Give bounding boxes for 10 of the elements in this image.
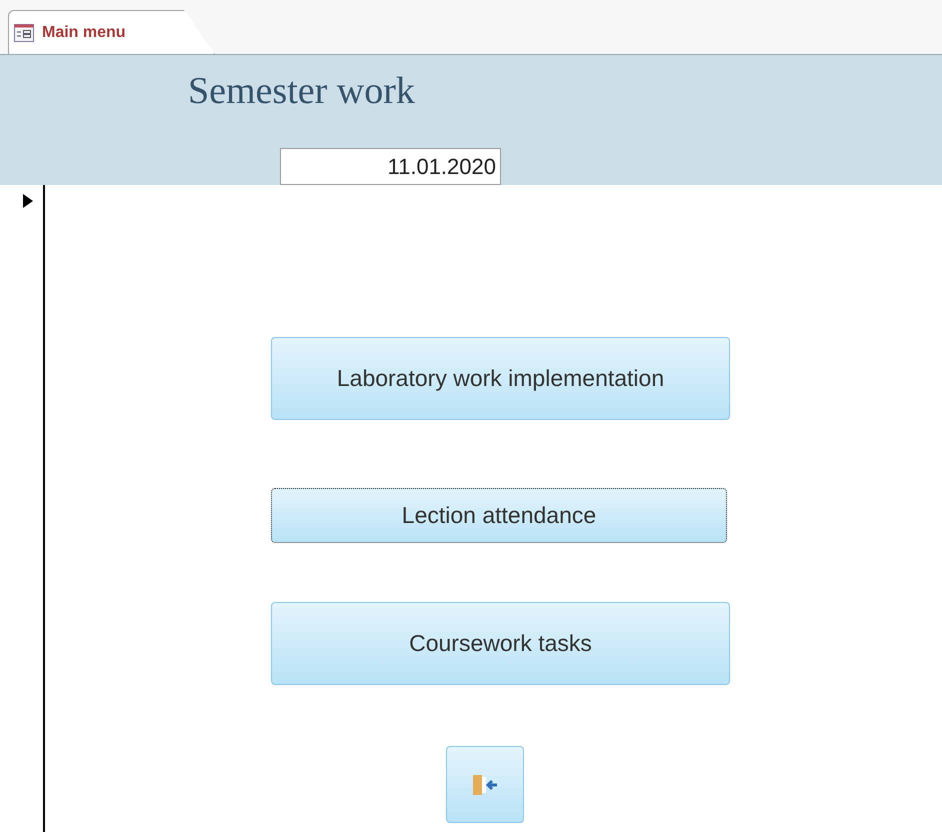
form-icon (14, 24, 34, 42)
date-field[interactable]: 11.01.2020 (280, 148, 501, 185)
menu-button[interactable]: Lection attendance (271, 488, 727, 543)
exit-door-icon (472, 774, 498, 796)
current-record-icon (23, 194, 33, 208)
menu-button[interactable]: Laboratory work implementation (271, 337, 730, 420)
form-tab[interactable]: Main menu (8, 10, 215, 54)
form-title: Semester work (188, 69, 415, 114)
tab-label: Main menu (42, 22, 126, 42)
menu-button[interactable]: Coursework tasks (271, 602, 730, 685)
